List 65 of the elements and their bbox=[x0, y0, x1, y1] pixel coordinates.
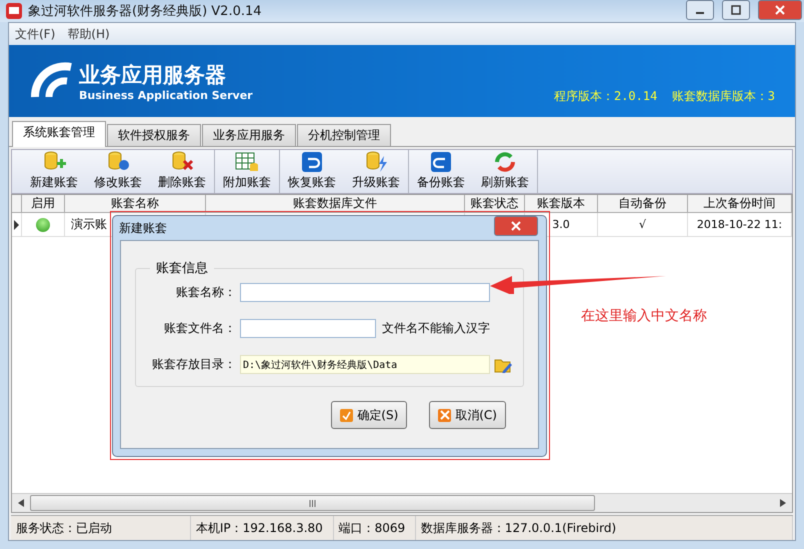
close-button[interactable] bbox=[494, 216, 538, 236]
toolbar-button[interactable]: 备份账套 bbox=[409, 150, 473, 193]
check-icon bbox=[342, 410, 352, 420]
status-text: 服务状态：已启动 bbox=[11, 516, 191, 540]
database-icon bbox=[170, 150, 194, 173]
status-text: 端口：8069 bbox=[334, 516, 416, 540]
scrollbar-thumb[interactable] bbox=[30, 495, 595, 511]
version-info: 程序版本：2.0.14 账套数据库版本：3 bbox=[554, 88, 775, 105]
header-cell: 上次备份时间 bbox=[688, 195, 792, 213]
minimize-button[interactable] bbox=[686, 0, 714, 20]
close-icon bbox=[511, 221, 521, 231]
ok-button[interactable]: 确定(S) bbox=[331, 401, 408, 429]
toolbar-button[interactable]: 刷新账套 bbox=[473, 150, 538, 193]
database-icon bbox=[364, 150, 388, 173]
field-label: 账套存放目录： bbox=[151, 356, 236, 373]
tab[interactable]: 软件授权服务 bbox=[107, 124, 201, 146]
field-label: 账套名称： bbox=[175, 284, 236, 301]
header-cell: 账套数据库文件 bbox=[206, 195, 465, 213]
toolbar-button[interactable]: 删除账套 bbox=[150, 150, 215, 193]
table-icon bbox=[235, 150, 259, 173]
field-label: 账套文件名： bbox=[163, 320, 236, 337]
database-icon bbox=[106, 150, 130, 173]
cancel-button[interactable]: 取消(C) bbox=[429, 401, 506, 429]
header-cell: 账套名称 bbox=[65, 195, 206, 213]
maximize-icon bbox=[731, 5, 741, 15]
close-icon bbox=[775, 5, 785, 15]
input-field[interactable] bbox=[240, 283, 490, 302]
menu-item[interactable]: 帮助(H) bbox=[63, 26, 114, 42]
minimize-icon bbox=[695, 12, 705, 14]
toolbar-button[interactable]: 修改账套 bbox=[86, 150, 150, 193]
arrow-icon bbox=[490, 274, 666, 294]
horizontal-scrollbar[interactable] bbox=[12, 493, 792, 512]
banner-title: 业务应用服务器 bbox=[79, 62, 227, 88]
toolbar-button[interactable]: 恢复账套 bbox=[280, 150, 344, 193]
maximize-button[interactable] bbox=[722, 0, 750, 20]
dialog-title: 新建账套 bbox=[119, 220, 168, 236]
toolbar-button[interactable]: 附加账套 bbox=[215, 150, 280, 193]
toolbar-button[interactable]: 新建账套 bbox=[22, 150, 86, 193]
toolbar-button[interactable]: 升级账套 bbox=[344, 150, 409, 193]
input-field[interactable] bbox=[240, 319, 376, 338]
status-text: 数据库服务器：127.0.0.1(Firebird) bbox=[416, 516, 793, 540]
header-cell: 账套状态 bbox=[465, 195, 525, 213]
tab[interactable]: 系统账套管理 bbox=[12, 121, 106, 147]
app-icon bbox=[6, 3, 22, 19]
header-cell: 账套版本 bbox=[525, 195, 598, 213]
banner-subtitle: Business Application Server bbox=[79, 88, 253, 102]
tab[interactable]: 业务应用服务 bbox=[202, 124, 296, 146]
undo-icon bbox=[301, 151, 323, 173]
redo-icon bbox=[430, 151, 452, 173]
status-text: 本机IP：192.168.3.80 bbox=[190, 516, 334, 540]
window-title: 象过河软件服务器(财务经典版) V2.0.14 bbox=[28, 3, 263, 20]
field-hint: 文件名不能输入汉字 bbox=[382, 320, 490, 337]
table-cell: √ bbox=[598, 213, 688, 237]
table-cell: 2018-10-22 11: bbox=[688, 213, 792, 237]
refresh-icon bbox=[493, 150, 517, 173]
close-button[interactable] bbox=[758, 0, 802, 20]
group-title: 账套信息 bbox=[155, 260, 209, 277]
header-cell: 启用 bbox=[22, 195, 65, 213]
annotation-text: 在这里输入中文名称 bbox=[581, 307, 707, 325]
input-field[interactable]: D:\象过河软件\财务经典版\Data bbox=[240, 355, 490, 374]
folder-edit-icon[interactable] bbox=[494, 356, 512, 372]
tab[interactable]: 分机控制管理 bbox=[297, 124, 391, 146]
menu-item[interactable]: 文件(F) bbox=[11, 26, 60, 42]
close-icon bbox=[440, 410, 450, 420]
header-cell: 自动备份 bbox=[598, 195, 688, 213]
